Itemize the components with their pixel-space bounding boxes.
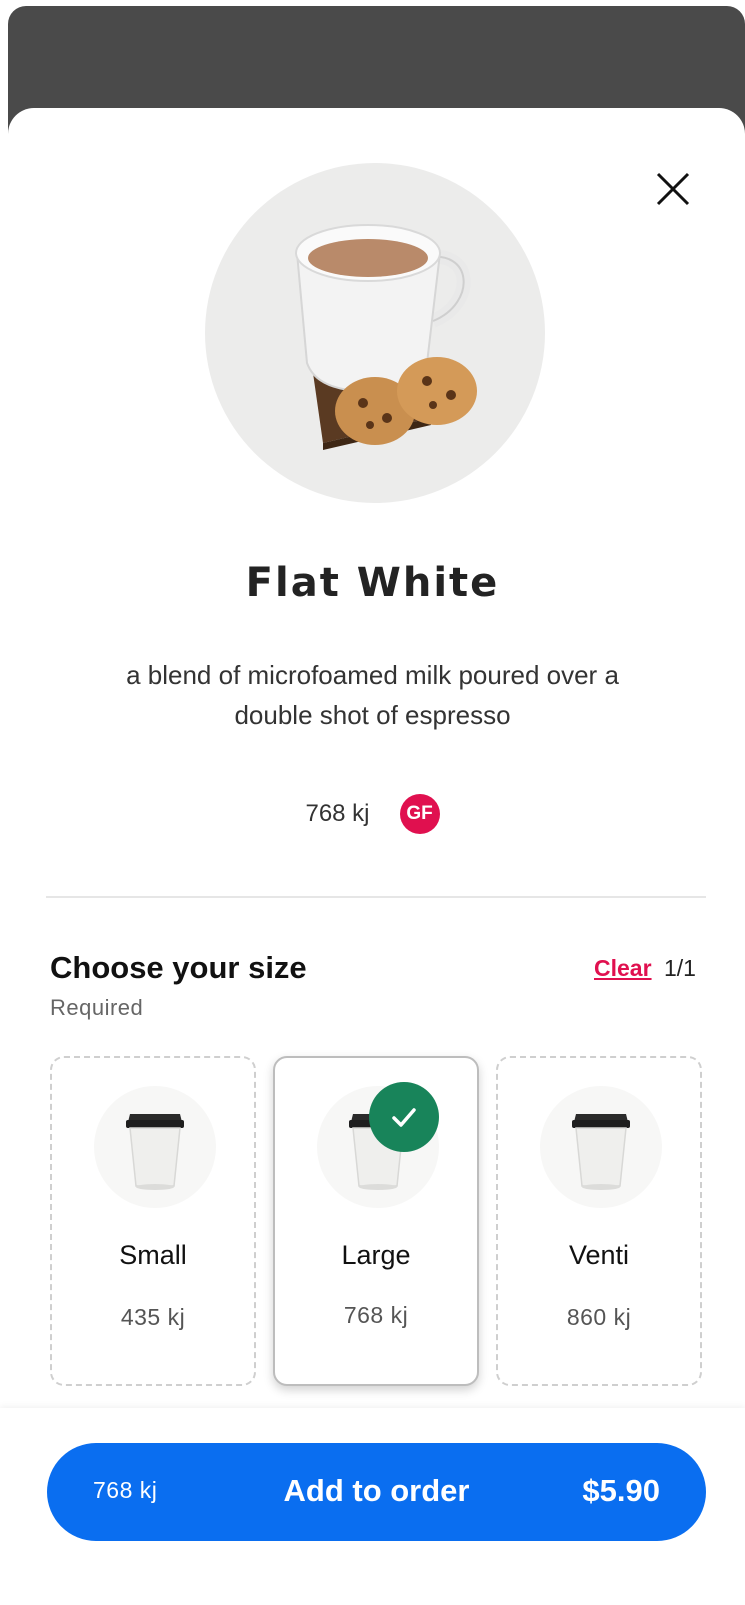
size-section-required: Required (50, 995, 144, 1020)
size-section-title: Choose your size (50, 950, 307, 985)
size-option-energy: 435 kj (120, 1304, 186, 1330)
takeaway-cup-image (540, 1086, 662, 1208)
size-option-label: Venti (568, 1240, 630, 1270)
selected-check-badge (369, 1082, 439, 1152)
product-title: Flat White (245, 560, 500, 606)
size-option-label: Small (119, 1240, 187, 1270)
clear-selection-link[interactable]: Clear (594, 955, 652, 982)
product-description: a blend of microfoamed milk poured over … (126, 660, 619, 730)
product-image (205, 163, 545, 503)
takeaway-cup-image (94, 1086, 216, 1208)
add-to-order-button[interactable]: 768 kj Add to order $5.90 (47, 1443, 706, 1541)
size-option-energy: 860 kj (566, 1304, 632, 1330)
size-option-small[interactable]: Small 435 kj (50, 1056, 256, 1386)
coffee-cup-with-cookies-image (295, 224, 477, 450)
product-energy: 768 kj (305, 800, 370, 827)
gluten-free-badge: GF (399, 794, 440, 834)
size-option-label: Large (341, 1240, 411, 1270)
size-option-venti[interactable]: Venti 860 kj (496, 1056, 702, 1386)
product-meta: 768 kj GF (0, 794, 745, 834)
section-divider (46, 896, 706, 898)
close-icon (656, 172, 690, 206)
close-button[interactable] (648, 164, 698, 214)
order-price: $5.90 (582, 1473, 660, 1508)
size-option-large[interactable]: Large 768 kj (273, 1056, 479, 1386)
size-option-energy: 768 kj (343, 1302, 409, 1328)
selection-counter: 1/1 (664, 955, 696, 981)
check-icon (392, 1108, 416, 1127)
